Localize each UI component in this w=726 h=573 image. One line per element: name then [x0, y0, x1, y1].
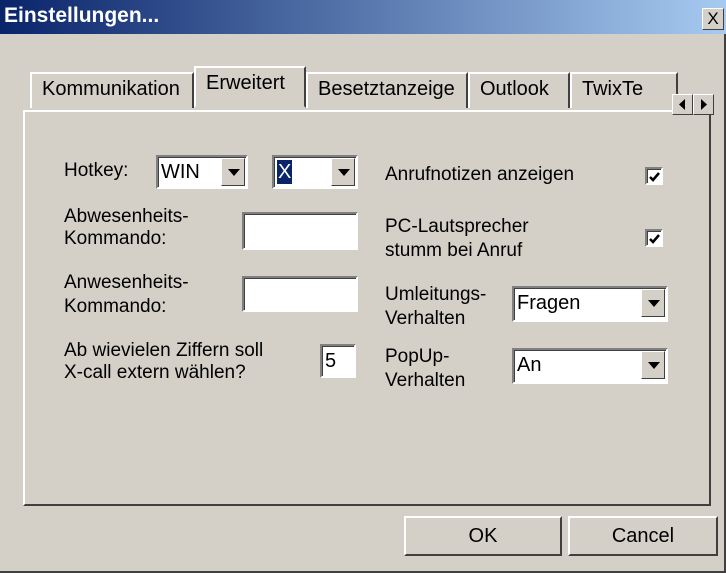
close-button[interactable]: X: [702, 8, 724, 30]
settings-dialog: Einstellungen... X Kommunikation Erweite…: [0, 0, 726, 573]
title-bar[interactable]: Einstellungen... X: [0, 0, 726, 34]
abwesenheit-command-input[interactable]: [242, 212, 358, 250]
tab-label: Outlook: [480, 78, 549, 100]
ok-button[interactable]: OK: [404, 516, 562, 556]
tab-label: Besetztanzeige: [318, 78, 455, 100]
hotkey-modifier-select[interactable]: WIN: [156, 155, 248, 189]
tab-kommunikation[interactable]: Kommunikation: [30, 72, 194, 108]
arrow-left-icon: [679, 99, 685, 110]
lautsprecher-checkbox[interactable]: [645, 229, 663, 247]
tab-twixte[interactable]: TwixTe: [570, 72, 678, 108]
tab-scroll-left-button[interactable]: [672, 94, 693, 115]
check-icon: [649, 172, 660, 182]
hotkey-key-select[interactable]: X: [272, 155, 358, 189]
popup-value: An: [517, 354, 542, 376]
umleitung-label-line2: Verhalten: [385, 308, 466, 329]
popup-label-line2: Verhalten: [385, 370, 466, 391]
hotkey-label: Hotkey:: [64, 160, 129, 181]
cancel-button[interactable]: Cancel: [568, 516, 718, 556]
popup-select[interactable]: An: [512, 348, 668, 384]
tab-label: TwixTe: [582, 78, 644, 100]
lautsprecher-label-line2: stumm bei Anruf: [385, 240, 523, 261]
dropdown-arrow-icon[interactable]: [221, 158, 245, 186]
window-title: Einstellungen...: [4, 4, 160, 27]
umleitung-select[interactable]: Fragen: [512, 286, 668, 322]
anrufnotizen-checkbox[interactable]: [645, 167, 663, 185]
umleitung-label-line1: Umleitungs-: [385, 284, 487, 305]
hotkey-key-value: X: [277, 160, 293, 184]
check-icon: [649, 234, 660, 244]
anwesenheit-command-input[interactable]: [242, 276, 358, 312]
ziffern-value: 5: [325, 350, 337, 372]
dropdown-arrow-icon[interactable]: [641, 351, 665, 379]
anrufnotizen-label: Anrufnotizen anzeigen: [385, 164, 575, 185]
tab-scroll-right-button[interactable]: [693, 94, 714, 115]
dropdown-arrow-icon[interactable]: [331, 158, 355, 186]
tab-label: Kommunikation: [42, 78, 180, 100]
lautsprecher-label-line1: PC-Lautsprecher: [385, 216, 529, 237]
tab-besetztanzeige[interactable]: Besetztanzeige: [306, 72, 468, 108]
arrow-right-icon: [701, 99, 707, 110]
tab-erweitert[interactable]: Erweitert: [194, 66, 306, 108]
ziffern-count-input[interactable]: 5: [320, 344, 356, 378]
ziffern-label-line2: X-call extern wählen?: [64, 362, 246, 383]
ziffern-label-line1: Ab wievielen Ziffern soll: [64, 340, 264, 361]
dropdown-arrow-icon[interactable]: [641, 289, 665, 317]
tab-label: Erweitert: [206, 72, 285, 94]
umleitung-value: Fragen: [517, 292, 581, 314]
hotkey-modifier-value: WIN: [161, 161, 200, 183]
tab-outlook[interactable]: Outlook: [468, 72, 570, 108]
close-icon: X: [707, 9, 719, 28]
abwesenheit-label-line2: Kommando:: [64, 228, 167, 249]
anwesenheit-label-line1: Anwesenheits-: [64, 272, 189, 293]
popup-label-line1: PopUp-: [385, 346, 450, 367]
anwesenheit-label-line2: Kommando:: [64, 296, 167, 317]
abwesenheit-label-line1: Abwesenheits-: [64, 206, 189, 227]
